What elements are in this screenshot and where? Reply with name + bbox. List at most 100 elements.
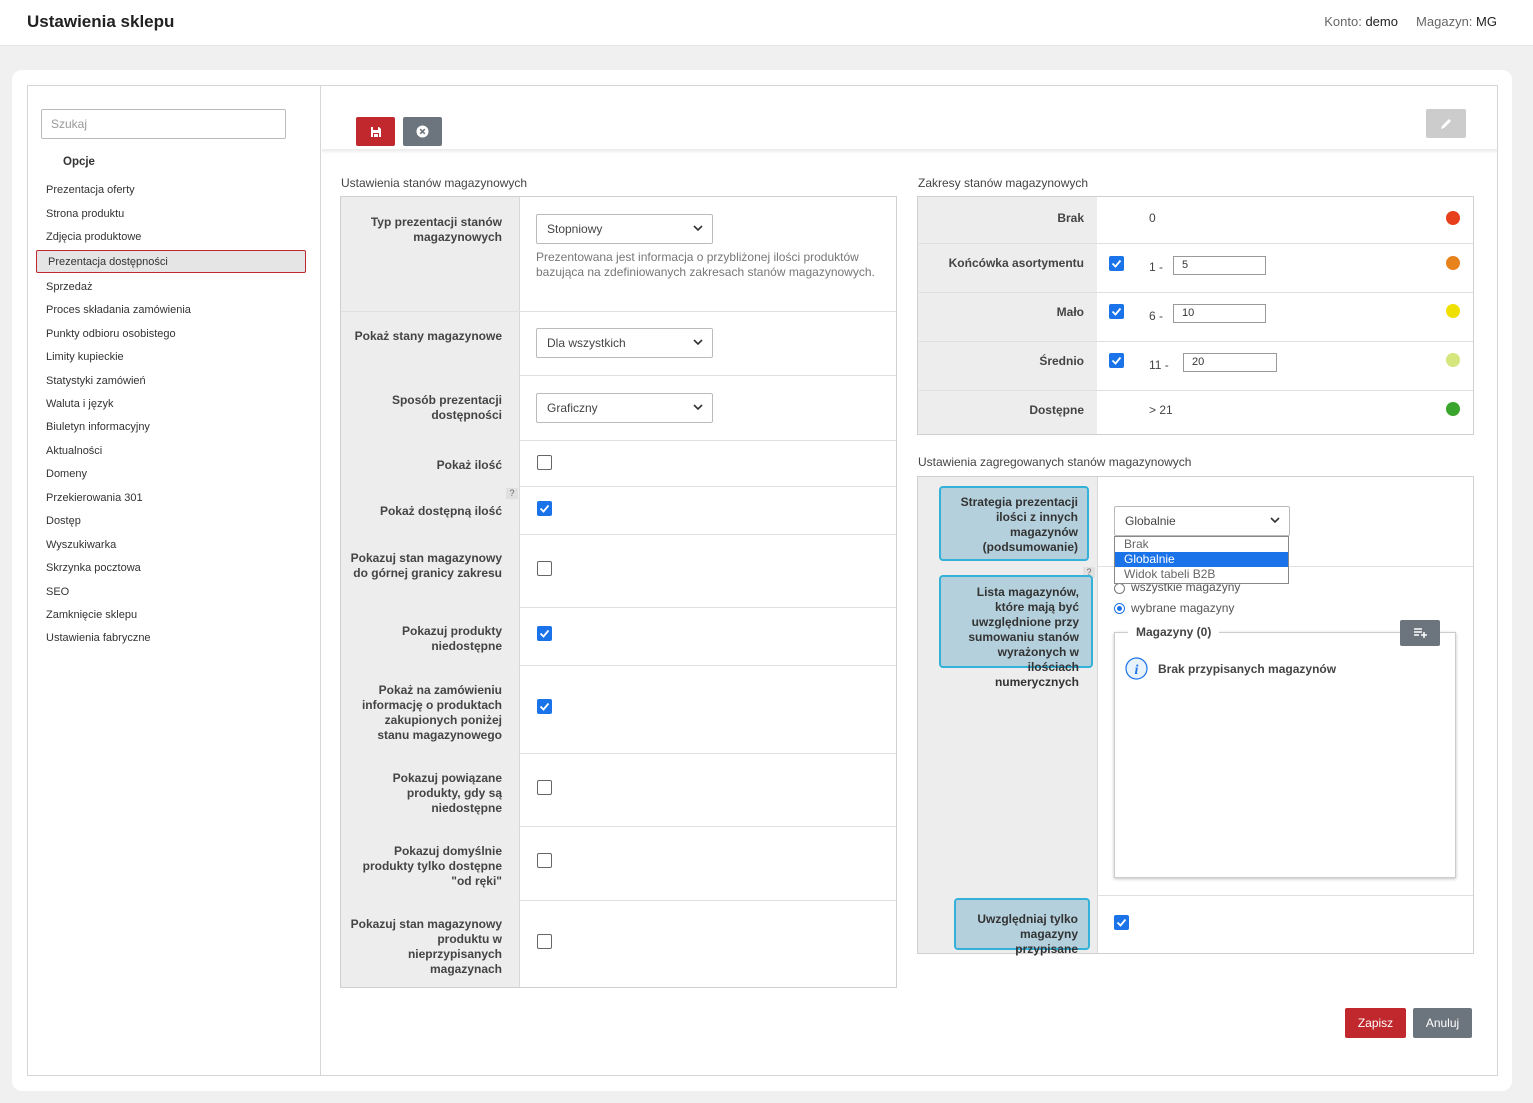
chevron-down-icon: [693, 225, 703, 232]
sidebar-item-wyszukiwarka[interactable]: Wyszukiwarka: [46, 539, 116, 551]
zamowienie-info-checkbox[interactable]: [537, 699, 552, 714]
range-malo-color-dot: [1446, 304, 1460, 318]
range-koncowka-to-input[interactable]: 5: [1173, 256, 1266, 275]
sidebar-item-aktualnosci[interactable]: Aktualności: [46, 445, 102, 457]
pokaz-ilosc-checkbox[interactable]: [537, 455, 552, 470]
sposob-prezentacji-value: Graficzny: [547, 401, 598, 415]
strategy-select[interactable]: Globalnie: [1114, 506, 1290, 536]
row-divider: [519, 534, 896, 535]
sidebar-item-przekierowania[interactable]: Przekierowania 301: [46, 492, 143, 504]
range-srednio-from: 11 -: [1149, 358, 1169, 372]
row-divider: [918, 341, 1473, 342]
row-divider: [341, 311, 896, 312]
sidebar-item-prezentacja-oferty[interactable]: Prezentacja oferty: [46, 184, 135, 196]
row-divider: [918, 390, 1473, 391]
strategy-dropdown-list: Brak Globalnie Widok tabeli B2B: [1114, 536, 1289, 584]
pokaz-stany-value: Dla wszystkich: [547, 336, 626, 350]
search-input[interactable]: [41, 109, 286, 139]
strategy-option-globalnie[interactable]: Globalnie: [1115, 552, 1288, 567]
aggregated-title: Ustawienia zagregowanych stanów magazyno…: [918, 455, 1192, 469]
sidebar-section-title: Opcje: [63, 156, 95, 168]
row-divider: [519, 826, 896, 827]
add-list-icon: [1414, 628, 1427, 638]
strategy-option-b2b[interactable]: Widok tabeli B2B: [1115, 567, 1288, 582]
only-assigned-checkbox[interactable]: [1114, 915, 1129, 930]
info-icon: i: [1125, 657, 1148, 680]
save-button[interactable]: Zapisz: [1345, 1008, 1406, 1038]
page-title: Ustawienia sklepu: [27, 12, 175, 31]
stock-settings-title: Ustawienia stanów magazynowych: [341, 176, 528, 190]
only-assigned-label: Uwzględniaj tylko magazyny przypisane: [954, 898, 1090, 956]
typ-prezentacji-hint: Prezentowana jest informacja o przybliżo…: [536, 250, 875, 279]
row-divider: [519, 665, 896, 666]
sidebar-item-punkty-odbioru[interactable]: Punkty odbioru osobistego: [46, 328, 176, 340]
sidebar-item-strona-produktu[interactable]: Strona produktu: [46, 208, 124, 220]
edit-button[interactable]: [1426, 109, 1466, 138]
sidebar-item-prezentacja-dostepnosci[interactable]: Prezentacja dostępności: [48, 256, 168, 268]
produkty-niedostepne-checkbox[interactable]: [537, 626, 552, 641]
strategy-option-brak[interactable]: Brak: [1115, 537, 1288, 552]
konto-value: demo: [1365, 14, 1398, 29]
chevron-down-icon: [693, 404, 703, 411]
sidebar-item-proces-zamowienia[interactable]: Proces składania zamówienia: [46, 304, 191, 316]
sposob-prezentacji-label: Sposób prezentacji dostępności: [391, 393, 502, 422]
sidebar-item-domeny[interactable]: Domeny: [46, 468, 87, 480]
magazyn-value: MG: [1476, 14, 1497, 29]
sidebar-item-waluta-i-jezyk[interactable]: Waluta i język: [46, 398, 113, 410]
checkmark-icon: [1111, 259, 1122, 268]
row-divider: [1098, 895, 1473, 896]
sposob-prezentacji-select[interactable]: Graficzny: [536, 393, 713, 423]
powiazane-produkty-checkbox[interactable]: [537, 780, 552, 795]
row-divider: [918, 292, 1473, 293]
konto-label: Konto:: [1324, 14, 1362, 29]
range-srednio-checkbox[interactable]: [1109, 353, 1124, 368]
range-koncowka-checkbox[interactable]: [1109, 256, 1124, 271]
radio-selected-warehouses[interactable]: [1114, 603, 1125, 614]
range-koncowka-from: 1 -: [1149, 260, 1164, 274]
sidebar-item-dostep[interactable]: Dostęp: [46, 515, 81, 527]
row-divider: [519, 753, 896, 754]
checkmark-icon: [1116, 918, 1127, 927]
sidebar-item-statystyki-zamowien[interactable]: Statystyki zamówień: [46, 375, 146, 387]
od-reki-checkbox[interactable]: [537, 853, 552, 868]
chevron-down-icon: [693, 339, 703, 346]
range-malo-to-input[interactable]: 10: [1173, 304, 1266, 323]
range-srednio-to-input[interactable]: 20: [1183, 353, 1277, 372]
nieprzypisane-magazyny-label: Pokazuj stan magazynowy produktu w niepr…: [350, 917, 502, 976]
sidebar-item-ustawienia-fabryczne[interactable]: Ustawienia fabryczne: [46, 632, 151, 644]
add-warehouse-button[interactable]: [1400, 620, 1440, 646]
range-dostepne-color-dot: [1446, 402, 1460, 416]
save-icon-button[interactable]: [356, 117, 395, 146]
range-malo-checkbox[interactable]: [1109, 304, 1124, 319]
gorna-granica-checkbox[interactable]: [537, 561, 552, 576]
range-srednio-label: Średnio: [1039, 354, 1084, 368]
checkmark-icon: [539, 702, 550, 711]
range-dostepne-label: Dostępne: [1029, 403, 1084, 417]
sidebar-item-sprzedaz[interactable]: Sprzedaż: [46, 281, 92, 293]
pokaz-dostepna-ilosc-checkbox[interactable]: [537, 501, 552, 516]
sidebar-item-biuletyn[interactable]: Biuletyn informacyjny: [46, 421, 150, 433]
sidebar-item-seo[interactable]: SEO: [46, 586, 69, 598]
radio-all-warehouses[interactable]: [1114, 583, 1125, 594]
sidebar-item-zamkniecie-sklepu[interactable]: Zamknięcie sklepu: [46, 609, 137, 621]
pokaz-stany-select[interactable]: Dla wszystkich: [536, 328, 713, 358]
top-bar: Ustawienia sklepu Konto: demo Magazyn: M…: [0, 0, 1533, 46]
range-koncowka-color-dot: [1446, 256, 1460, 270]
cancel-icon-button[interactable]: [403, 117, 442, 146]
typ-prezentacji-label: Typ prezentacji stanów magazynowych: [370, 215, 502, 244]
sidebar-item-skrzynka-pocztowa[interactable]: Skrzynka pocztowa: [46, 562, 141, 574]
row-divider: [519, 440, 896, 441]
no-warehouses-message: Brak przypisanych magazynów: [1158, 662, 1337, 676]
produkty-niedostepne-label: Pokazuj produkty niedostępne: [401, 624, 502, 653]
cancel-button[interactable]: Anuluj: [1413, 1008, 1472, 1038]
checkmark-icon: [1111, 356, 1122, 365]
typ-prezentacji-select[interactable]: Stopniowy: [536, 214, 713, 244]
ranges-title: Zakresy stanów magazynowych: [918, 176, 1089, 190]
sidebar-item-limity-kupieckie[interactable]: Limity kupieckie: [46, 351, 124, 363]
row-divider: [519, 607, 896, 608]
sidebar-item-zdjecia-produktowe[interactable]: Zdjęcia produktowe: [46, 231, 141, 243]
range-brak-label: Brak: [1057, 211, 1084, 225]
help-icon[interactable]: ?: [506, 488, 518, 499]
nieprzypisane-magazyny-checkbox[interactable]: [537, 934, 552, 949]
od-reki-label: Pokazuj domyślnie produkty tylko dostępn…: [362, 844, 502, 888]
